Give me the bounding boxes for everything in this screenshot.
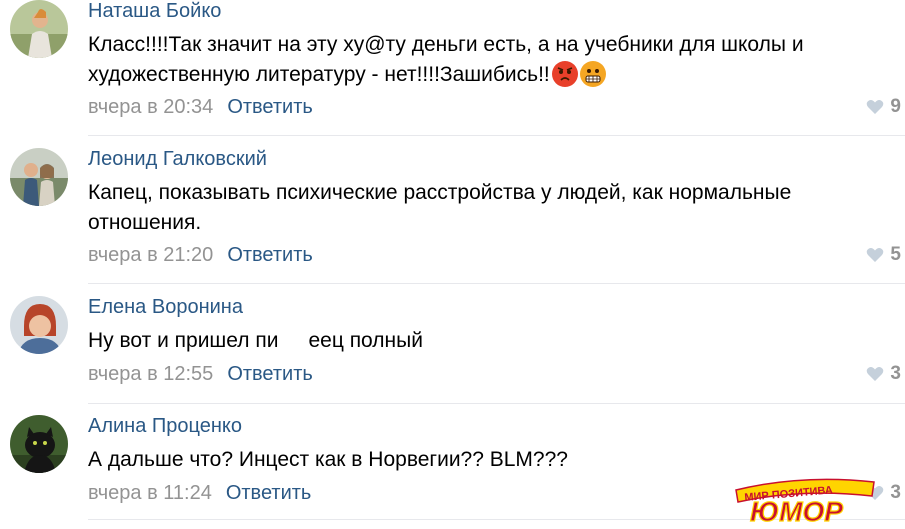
like-count: 5 [890,244,901,265]
comment-time[interactable]: вчера в 11:24 [88,482,212,504]
heart-icon [867,248,884,262]
comment-author[interactable]: Леонид Галковский [88,148,267,171]
comment-meta: вчера в 11:24 Ответить [88,482,311,505]
reply-button[interactable]: Ответить [227,96,313,118]
comment-text: Ну вот и пришел пи еец полный [88,326,888,356]
heart-icon [867,100,884,114]
comment-time[interactable]: вчера в 20:34 [88,96,213,118]
like-button[interactable]: 5 [866,244,901,266]
divider [88,135,905,136]
censor-mark [278,332,309,351]
comment-time[interactable]: вчера в 12:55 [88,363,213,385]
comment-text: Капец, показывать психические расстройст… [88,181,792,234]
comment-text: А дальше что? Инцест как в Норвегии?? BL… [88,448,568,471]
reply-button[interactable]: Ответить [226,482,312,504]
avatar[interactable] [10,0,68,58]
comment-time[interactable]: вчера в 21:20 [88,244,213,266]
like-button[interactable]: 3 [866,363,901,385]
comment-author[interactable]: Елена Воронина [88,296,243,319]
angry-face-icon [551,61,578,87]
comment-text: Класс!!!!Так значит на эту ху@ту деньги … [88,30,888,90]
grimacing-face-icon [579,61,606,87]
comment-text-after: еец полный [308,329,423,352]
comment-text-before: Ну вот и пришел пи [88,329,279,352]
reply-button[interactable]: Ответить [227,244,313,266]
comment-text-body: Класс!!!!Так значит на эту ху@ту деньги … [88,33,804,86]
like-count: 9 [890,96,901,117]
watermark-logo: МИР ПОЗИТИВА ЮМОР [732,476,882,528]
divider [88,403,905,404]
like-button[interactable]: 9 [866,96,901,118]
divider [88,283,905,284]
comment-author[interactable]: Наташа Бойко [88,0,221,23]
avatar[interactable] [10,296,68,354]
heart-icon [867,367,884,381]
reply-button[interactable]: Ответить [227,363,313,385]
svg-text:ЮМОР: ЮМОР [750,496,843,524]
comment-author[interactable]: Алина Проценко [88,415,242,438]
like-count: 3 [890,363,901,384]
avatar[interactable] [10,415,68,473]
avatar[interactable] [10,148,68,206]
comment-meta: вчера в 20:34 Ответить [88,96,313,119]
like-count: 3 [890,482,901,503]
comment-meta: вчера в 21:20 Ответить [88,244,313,267]
comment-meta: вчера в 12:55 Ответить [88,363,313,386]
